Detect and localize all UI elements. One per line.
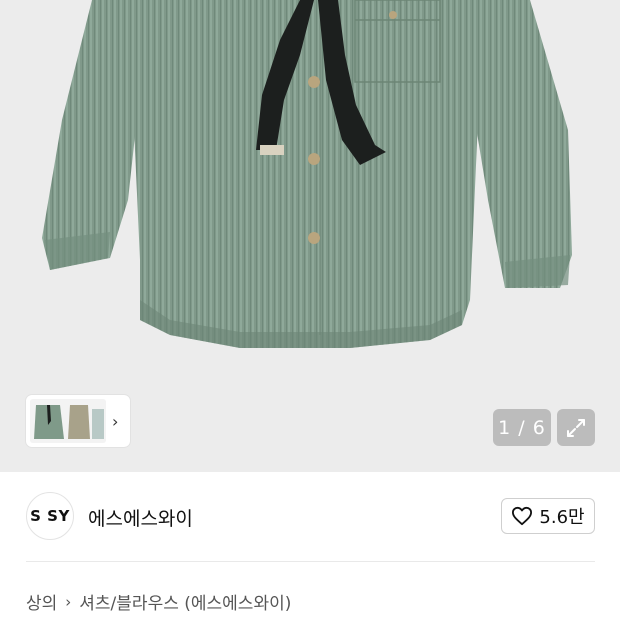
brand-name[interactable]: 에스에스와이: [88, 504, 193, 531]
expand-button[interactable]: [557, 409, 595, 446]
product-image-gallery[interactable]: › 1 / 6: [0, 0, 620, 472]
thumbnail-strip[interactable]: ›: [26, 395, 130, 447]
breadcrumb-subcategory[interactable]: 셔츠/블라우스 (에스에스와이): [79, 589, 291, 614]
expand-icon: [567, 418, 585, 437]
brand-logo[interactable]: S SY: [26, 492, 74, 540]
breadcrumb: 상의 › 셔츠/블라우스 (에스에스와이): [26, 589, 291, 615]
like-count: 5.6만: [539, 507, 585, 528]
breadcrumb-category[interactable]: 상의: [26, 589, 57, 614]
chevron-right-icon[interactable]: ›: [112, 412, 118, 431]
heart-icon: [512, 506, 533, 526]
image-page-counter: 1 / 6: [493, 409, 551, 446]
like-button[interactable]: 5.6만: [501, 498, 595, 534]
divider: [26, 561, 595, 562]
chevron-right-icon: ›: [65, 592, 72, 611]
thumbnail-image[interactable]: [30, 399, 106, 443]
brand-row: S SY 에스에스와이 5.6만: [0, 472, 620, 560]
